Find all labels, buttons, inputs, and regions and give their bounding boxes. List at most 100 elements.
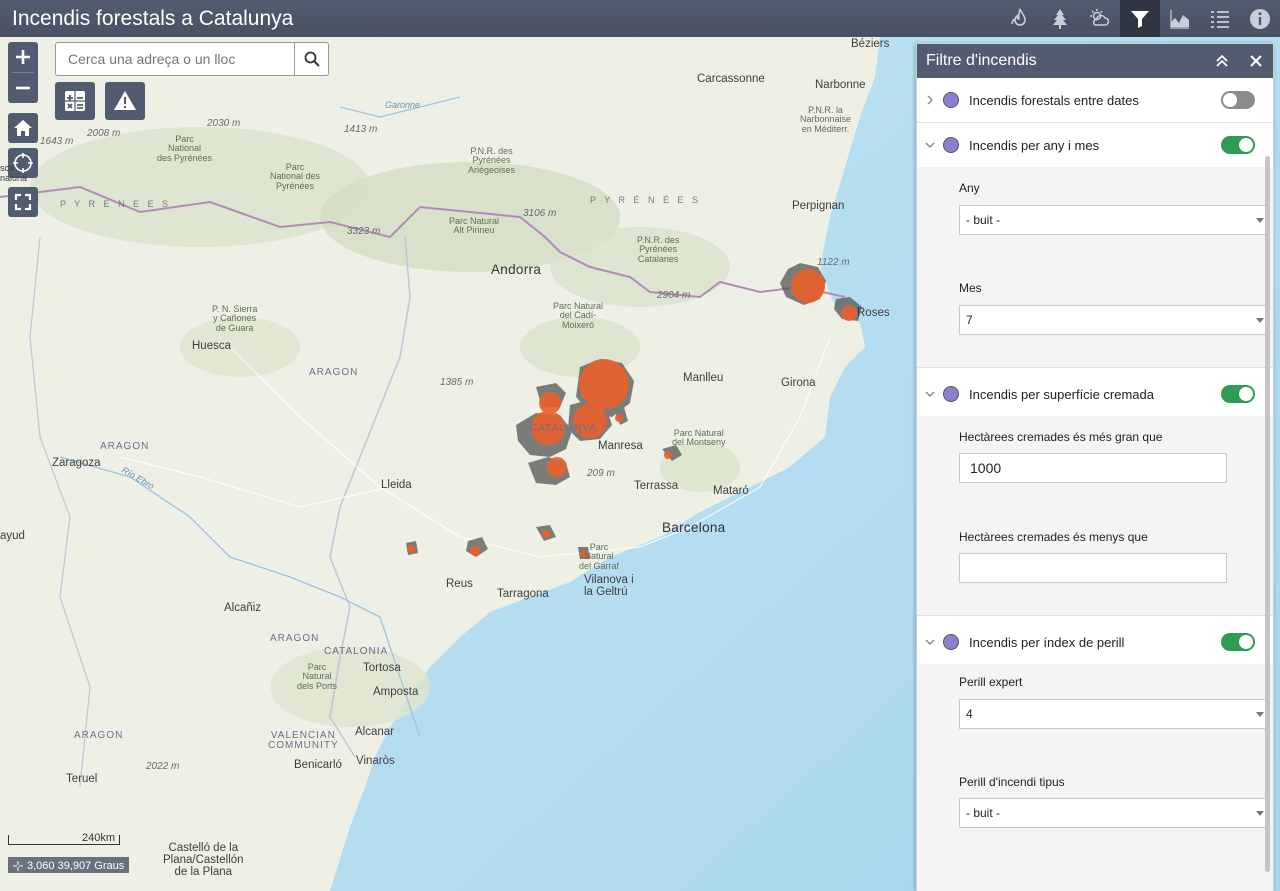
label-parc-montseny: Parc Natural del Montseny xyxy=(672,428,726,448)
layer-list-tool-button[interactable] xyxy=(1200,0,1240,37)
label-valencian: VALENCIAN COMMUNITY xyxy=(268,730,339,751)
zoom-in-button[interactable] xyxy=(8,42,38,72)
label-girona: Girona xyxy=(781,377,816,389)
info-icon xyxy=(1250,8,1270,29)
filter-toggle-dates[interactable] xyxy=(1221,91,1255,109)
dropdown-caret-icon xyxy=(1256,712,1264,717)
filter-toggle-any-mes[interactable] xyxy=(1221,136,1255,154)
fire-tool-button[interactable] xyxy=(1000,0,1040,37)
label-pnr-narbonnaise: P.N.R. la Narbonnaise en Méditerr. xyxy=(800,105,852,134)
calculator-icon xyxy=(65,91,85,111)
close-icon xyxy=(1250,55,1262,67)
weather-tool-button[interactable] xyxy=(1080,0,1120,37)
perill-expert-select[interactable]: 4 xyxy=(959,699,1269,729)
double-chevron-up-icon xyxy=(1216,54,1228,67)
label-naluna: naluna xyxy=(0,173,28,183)
calculator-tool-button[interactable] xyxy=(55,82,95,120)
label-terrassa: Terrassa xyxy=(634,480,679,492)
perill-tipus-select[interactable]: - buit - xyxy=(959,798,1269,828)
filter-header-superficie[interactable]: Incendis per superfície cremada xyxy=(917,372,1273,416)
label-elev-1413: 1413 m xyxy=(344,124,378,135)
app-header: Incendis forestals a Catalunya xyxy=(0,0,1280,37)
label-parc-pyreneos: Parc National des Pyrénées xyxy=(270,162,321,191)
label-elev-1122: 1122 m xyxy=(817,257,850,268)
fire-icon xyxy=(1011,8,1026,26)
filter-layer-dot xyxy=(943,386,959,402)
search-input[interactable] xyxy=(56,43,294,75)
label-sca: sca xyxy=(0,163,15,173)
label-teruel: Teruel xyxy=(66,773,98,785)
label-benicarlo: Benicarló xyxy=(294,759,342,771)
any-label: Any xyxy=(959,181,980,195)
label-parc-altpirineu: Parc Natural Alt Pirineu xyxy=(449,216,500,236)
panel-title: Filtre d'incendis xyxy=(926,52,1037,69)
label-reus: Reus xyxy=(446,578,473,590)
label-beziers: Béziers xyxy=(851,38,890,50)
perill-expert-label: Perill expert xyxy=(959,675,1023,689)
label-parc-garraf: Parc Natural del Garraf xyxy=(579,542,620,571)
filter-header-perill[interactable]: Incendis per índex de perill xyxy=(917,620,1273,664)
info-tool-button[interactable] xyxy=(1240,0,1280,37)
panel-scrollbar[interactable] xyxy=(1265,156,1270,872)
label-aragon-3: ARAGON xyxy=(270,633,320,644)
filter-toggle-perill[interactable] xyxy=(1221,633,1255,651)
tree-icon xyxy=(1053,8,1067,29)
chart-tool-button[interactable] xyxy=(1160,0,1200,37)
label-castello: Castelló de la Plana/Castellón de la Pla… xyxy=(163,842,244,879)
chevron-down-icon xyxy=(925,391,935,397)
label-pyrenees-2: P Y R É N É E S xyxy=(590,195,702,205)
locate-icon xyxy=(13,153,33,173)
warning-tool-button[interactable] xyxy=(105,82,145,120)
filter-title-dates: Incendis forestals entre dates xyxy=(969,92,1139,108)
filter-divider xyxy=(917,615,1273,616)
label-garonne: Garonne xyxy=(385,100,421,110)
filter-body-superficie: Hectàrees cremades és més gran que 1000 … xyxy=(917,416,1273,615)
label-pnr-ariegeoises: P.N.R. des Pyrénées Ariégeoises xyxy=(468,146,516,175)
fullscreen-icon xyxy=(14,193,32,211)
filter-body-perill: Perill expert 4 Perill d'incendi tipus -… xyxy=(917,664,1273,891)
layer-list-icon xyxy=(1211,10,1229,28)
search-box xyxy=(55,42,329,76)
collapse-panel-button[interactable] xyxy=(1205,44,1239,78)
label-aragon-1: ARAGON xyxy=(309,367,359,378)
label-zaragoza: Zaragoza xyxy=(52,457,101,469)
hectarees-lt-input[interactable] xyxy=(959,553,1227,583)
filter-icon xyxy=(1131,10,1149,28)
filter-toggle-superficie[interactable] xyxy=(1221,385,1255,403)
label-tortosa: Tortosa xyxy=(363,662,401,674)
dropdown-caret-icon xyxy=(1256,218,1264,223)
any-select[interactable]: - buit - xyxy=(959,205,1269,235)
tree-tool-button[interactable] xyxy=(1040,0,1080,37)
filter-tool-button[interactable] xyxy=(1120,0,1160,37)
label-lleida: Lleida xyxy=(381,479,412,491)
mes-select-value: 7 xyxy=(966,313,973,327)
fullscreen-button[interactable] xyxy=(8,187,38,217)
label-aragon-4: ARAGON xyxy=(74,730,124,741)
filter-header-any-mes[interactable]: Incendis per any i mes xyxy=(917,123,1273,167)
search-button[interactable] xyxy=(294,43,328,75)
label-vinaros: Vinaròs xyxy=(356,755,395,767)
label-alcanar: Alcanar xyxy=(355,726,394,738)
home-button[interactable] xyxy=(8,113,38,143)
scale-label: 240km xyxy=(82,832,116,844)
mes-select[interactable]: 7 xyxy=(959,305,1269,335)
zoom-out-button[interactable] xyxy=(8,73,38,103)
hectarees-gt-input[interactable]: 1000 xyxy=(959,453,1227,483)
close-panel-button[interactable] xyxy=(1239,44,1273,78)
label-carcassonne: Carcassonne xyxy=(697,73,765,85)
label-roses: Roses xyxy=(857,307,890,319)
label-elev-2022: 2022 m xyxy=(146,761,180,772)
label-elev-3323: 3323 m xyxy=(347,226,381,237)
filter-header-dates[interactable]: Incendis forestals entre dates xyxy=(917,78,1273,122)
zoom-controls xyxy=(8,42,38,103)
home-icon xyxy=(14,120,32,136)
label-parc-ports: Parc Natural dels Ports xyxy=(297,662,338,691)
hectarees-lt-label: Hectàrees cremades és menys que xyxy=(959,530,1148,544)
warning-icon xyxy=(114,91,136,110)
minus-icon xyxy=(16,86,30,90)
filter-layer-dot xyxy=(943,92,959,108)
label-andorra: Andorra xyxy=(491,262,542,277)
perill-expert-value: 4 xyxy=(966,707,973,721)
label-barcelona: Barcelona xyxy=(662,520,726,535)
label-pnr-catalanes: P.N.R. des Pyrénées Catalanes xyxy=(637,235,680,264)
